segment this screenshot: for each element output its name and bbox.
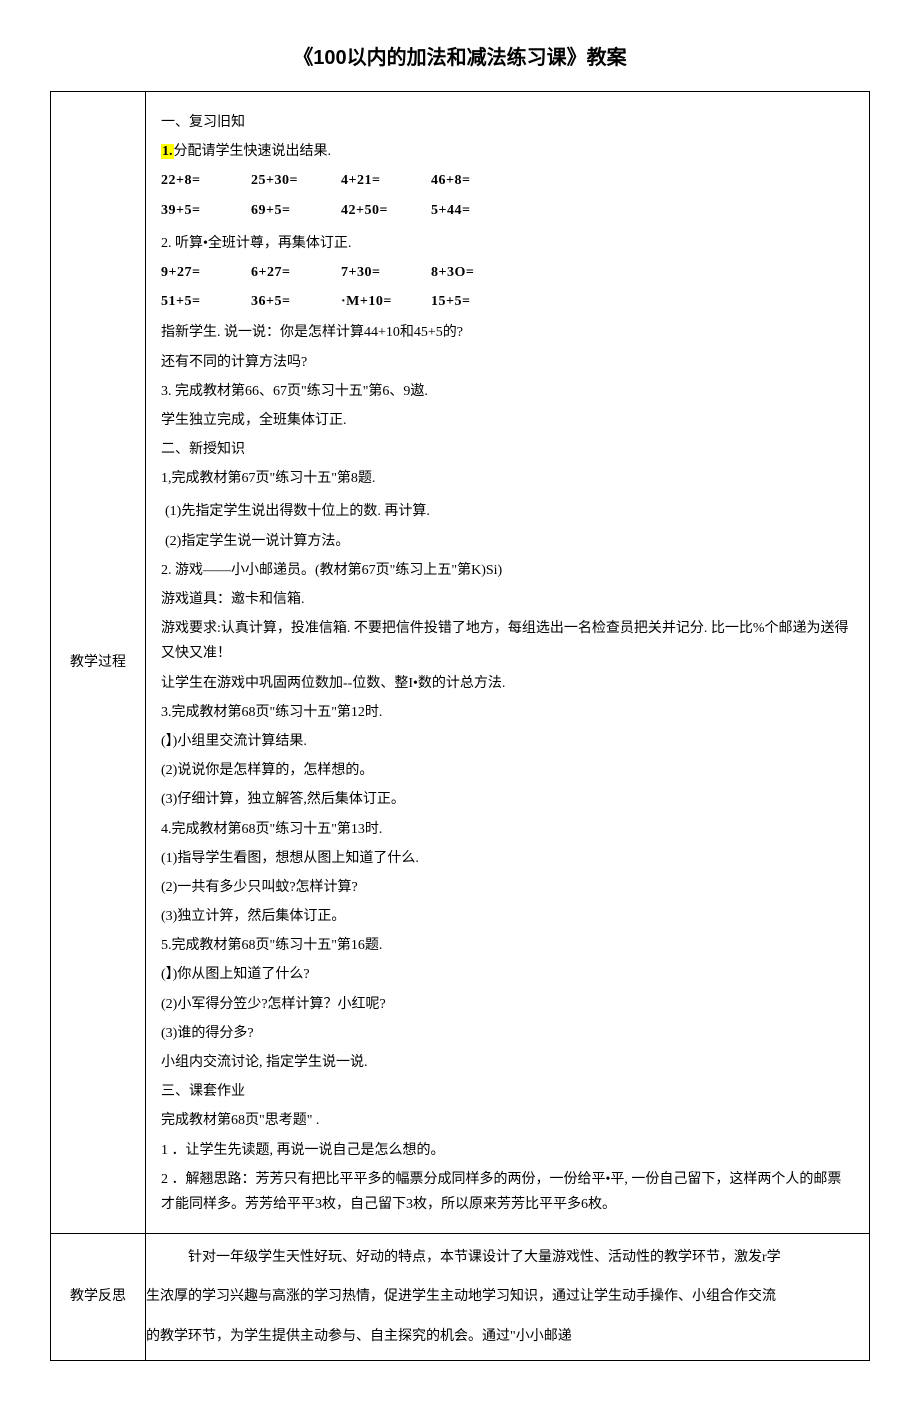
teaching-process-content: 一、复习旧知 1.分配请学生快速说出结果. 22+8=25+30=4+21=46… [146,92,870,1234]
sub-3-3: (3)仔细计算，独立解答,然后集体订正。 [161,787,854,812]
new-item-3: 3.完成教材第68页"练习十五"第12时. [161,700,854,725]
sub-1-2: (2)指定学生说一说计算方法。 [161,529,854,554]
hw-1: 完成教材第68页"思考题" . [161,1108,854,1133]
sub-5-1: (】)你从图上知道了什么? [161,962,854,987]
lesson-table: 教学过程 一、复习旧知 1.分配请学生快速说出结果. 22+8=25+30=4+… [50,91,870,1361]
eq: 8+3O= [431,260,521,285]
eq: 9+27= [161,260,251,285]
equation-row-3: 9+27=6+27=7+30=8+3O= [161,260,854,285]
section-1-head: 一、复习旧知 [161,110,854,135]
eq: 39+5= [161,198,251,223]
equation-row-1: 22+8=25+30=4+21=46+8= [161,168,854,193]
eq: ·M+10= [341,289,431,314]
sub-5-3: (3)谁的得分多? [161,1021,854,1046]
reflect-line-3: 的教学环节，为学生提供主动参与、自主探究的机会。通过"小小邮递 [146,1317,865,1356]
item-2: 2. 听算•全班计尊，再集体订正. [161,231,854,256]
new-item-2: 2. 游戏——小小邮递员。(教材第67页"练习上五"第K)Si) [161,558,854,583]
new-item-1: 1,完成教材第67页"练习十五"第8题. [161,466,854,491]
game-note: 让学生在游戏中巩固两位数加--位数、整I•数的计总方法. [161,671,854,696]
row-label-process: 教学过程 [51,92,146,1234]
row-label-reflect: 教学反思 [51,1234,146,1361]
equation-row-2: 39+5=69+5=42+50=5+44= [161,198,854,223]
eq: 4+21= [341,168,431,193]
eq: 22+8= [161,168,251,193]
eq: 5+44= [431,198,521,223]
reflect-line-1: 针对一年级学生天性好玩、好动的特点，本节课设计了大量游戏性、活动性的教学环节，激… [146,1238,865,1277]
group-discuss: 小组内交流讨论, 指定学生说一说. [161,1050,854,1075]
eq: 42+50= [341,198,431,223]
sub-1-1: (1)先指定学生说出得数十位上的数. 再计算. [161,499,854,524]
eq: 7+30= [341,260,431,285]
eq: 51+5= [161,289,251,314]
eq: 6+27= [251,260,341,285]
item-3: 3. 完成教材第66、67页"练习十五"第6、9遨. [161,379,854,404]
item-1: 1.分配请学生快速说出结果. [161,139,854,164]
new-item-5: 5.完成教材第68页"练习十五"第16题. [161,933,854,958]
reflect-line-2: 生浓厚的学习兴趣与高涨的学习热情，促进学生主动地学习知识，通过让学生动手操作、小… [146,1277,865,1316]
game-props: 游戏道具：邀卡和信箱. [161,587,854,612]
teaching-reflect-content: 针对一年级学生天性好玩、好动的特点，本节课设计了大量游戏性、活动性的教学环节，激… [146,1234,870,1361]
eq: 25+30= [251,168,341,193]
eq: 36+5= [251,289,341,314]
hw-1-2: 2 ．解翘思路：芳芳只有把比平平多的幅票分成同样多的两份，一份给平•平, 一份自… [161,1167,854,1217]
eq: 46+8= [431,168,521,193]
section-3-head: 三、课套作业 [161,1079,854,1104]
sub-3-2: (2)说说你是怎样算的，怎样想的。 [161,758,854,783]
hw-1-1: 1 ．让学生先读题, 再说一说自己是怎么想的。 [161,1138,854,1163]
section-2-head: 二、新授知识 [161,437,854,462]
item-1-text: 分配请学生快速说出结果. [174,144,332,159]
eq: 69+5= [251,198,341,223]
note-1: 学生独立完成，全班集体订正. [161,408,854,433]
game-req: 游戏要求:认真计算，投准信箱. 不要把信件投错了地方，每组选出一名检查员把关并记… [161,616,854,666]
num-1: 1. [161,144,174,159]
sub-3-1: (】)小组里交流计算结果. [161,729,854,754]
sub-4-2: (2)一共有多少只叫蚊?怎样计算? [161,875,854,900]
sub-4-3: (3)独立计笄，然后集体订正。 [161,904,854,929]
sub-4-1: (1)指导学生看图，想想从图上知道了什么. [161,846,854,871]
new-item-4: 4.完成教材第68页"练习十五"第13时. [161,817,854,842]
page-title: 《100以内的加法和减法练习课》教案 [50,40,870,76]
equation-row-4: 51+5=36+5=·M+10=15+5= [161,289,854,314]
question-2: 还有不同的计算方法吗? [161,350,854,375]
sub-5-2: (2)小军得分笠少?怎样计算？小红呢? [161,992,854,1017]
eq: 15+5= [431,289,521,314]
question-1: 指新学生. 说一说：你是怎样计算44+10和45+5的? [161,320,854,345]
